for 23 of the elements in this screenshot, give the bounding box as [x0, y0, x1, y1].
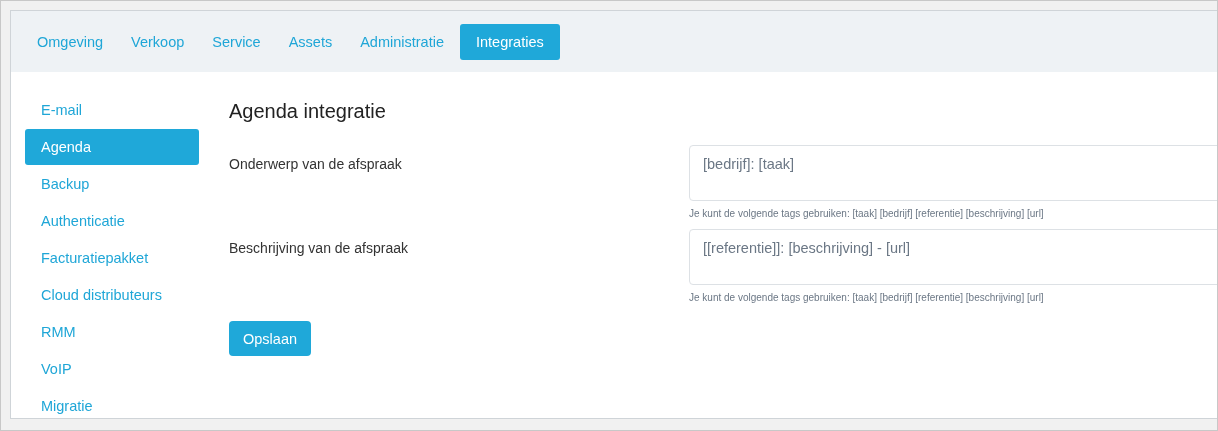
- sidebar-item[interactable]: Migratie: [25, 388, 199, 424]
- field-label: Beschrijving van de afspraak: [229, 239, 409, 258]
- nav-tab[interactable]: Administratie: [348, 23, 456, 60]
- text-field[interactable]: [bedrijf]: [taak]: [689, 145, 1217, 201]
- nav-tab[interactable]: Assets: [276, 23, 345, 60]
- sidebar-item[interactable]: Agenda: [25, 129, 199, 165]
- section-title: Agenda integratie: [229, 100, 387, 123]
- sidebar-item[interactable]: Facturatiepakket: [25, 240, 199, 276]
- nav-tab[interactable]: Integraties: [460, 23, 560, 60]
- nav-tab[interactable]: Verkoop: [119, 23, 197, 60]
- nav-tab[interactable]: Omgeving: [25, 23, 116, 60]
- sidebar-item[interactable]: Cloud distributeurs: [25, 277, 199, 313]
- sidebar-item[interactable]: RMM: [25, 314, 199, 350]
- save-button[interactable]: Opslaan: [229, 321, 311, 356]
- sidebar-item[interactable]: Authenticatie: [25, 203, 199, 239]
- sidebar-item[interactable]: VoIP: [25, 351, 199, 387]
- hint-text: Je kunt de volgende tags gebruiken: [taak] [bedrijf] [referentie] [beschrijving] [url]: [689, 208, 1045, 219]
- hint-text: Je kunt de volgende tags gebruiken: [taak] [bedrijf] [referentie] [beschrijving] [url]: [689, 292, 1045, 303]
- field-label: Onderwerp van de afspraak: [229, 155, 403, 174]
- sidebar-item[interactable]: E-mail: [25, 92, 199, 128]
- text-field[interactable]: [[referentie]]: [beschrijving] - [url]: [689, 229, 1217, 285]
- nav-tab[interactable]: Service: [200, 23, 273, 60]
- sidebar-item[interactable]: Backup: [25, 166, 199, 202]
